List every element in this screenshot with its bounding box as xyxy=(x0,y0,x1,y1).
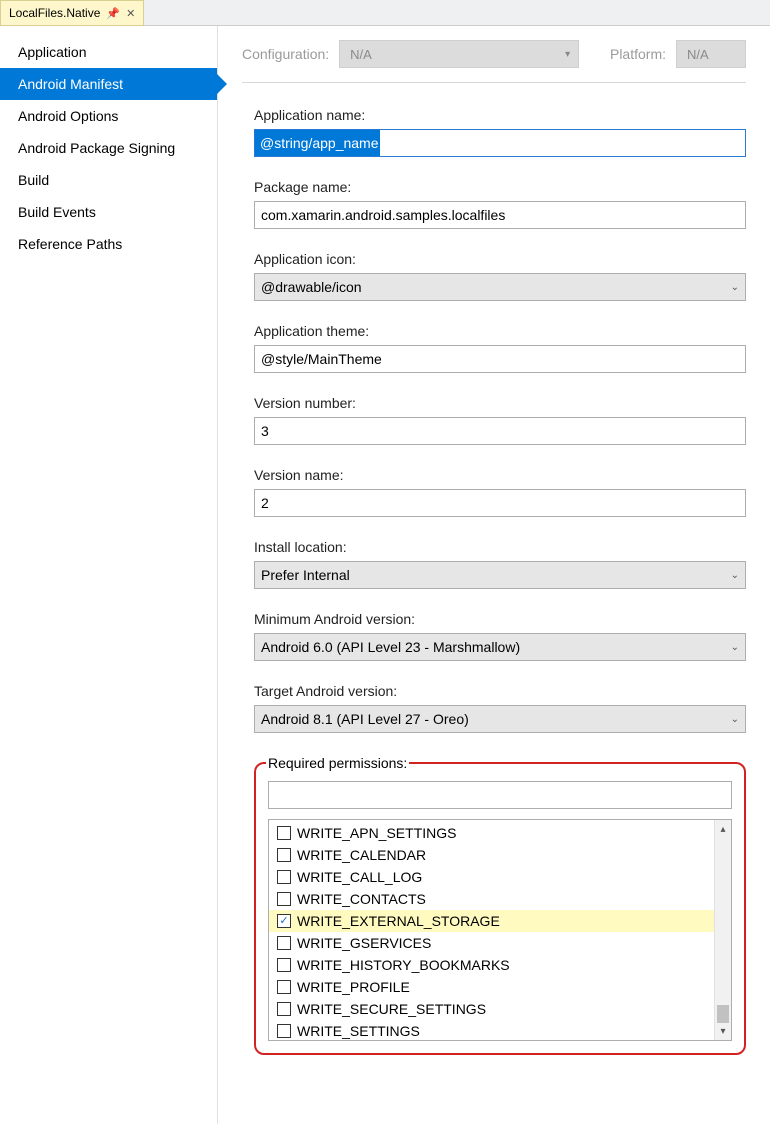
permissions-filter-input[interactable] xyxy=(268,781,732,809)
checkbox-icon[interactable]: ✓ xyxy=(277,914,291,928)
sidebar-item-android-package-signing[interactable]: Android Package Signing xyxy=(0,132,217,164)
checkbox-icon[interactable] xyxy=(277,870,291,884)
permission-label: WRITE_HISTORY_BOOKMARKS xyxy=(297,957,510,973)
scroll-down-icon[interactable]: ▾ xyxy=(720,1023,725,1039)
permission-label: WRITE_CONTACTS xyxy=(297,891,426,907)
min-android-value: Android 6.0 (API Level 23 - Marshmallow) xyxy=(261,639,520,655)
sidebar-item-application[interactable]: Application xyxy=(0,36,217,68)
checkbox-icon[interactable] xyxy=(277,958,291,972)
application-icon-value: @drawable/icon xyxy=(261,279,362,295)
application-icon-combo[interactable]: @drawable/icon ⌄ xyxy=(254,273,746,301)
version-name-label: Version name: xyxy=(254,467,746,483)
target-android-combo[interactable]: Android 8.1 (API Level 27 - Oreo) ⌄ xyxy=(254,705,746,733)
sidebar: ApplicationAndroid ManifestAndroid Optio… xyxy=(0,26,218,1124)
min-android-label: Minimum Android version: xyxy=(254,611,746,627)
checkbox-icon[interactable] xyxy=(277,826,291,840)
configuration-dropdown: N/A ▾ xyxy=(339,40,579,68)
application-name-label: Application name: xyxy=(254,107,746,123)
permission-item[interactable]: WRITE_PROFILE xyxy=(269,976,714,998)
chevron-down-icon: ⌄ xyxy=(731,282,739,293)
sidebar-item-android-manifest[interactable]: Android Manifest xyxy=(0,68,217,100)
permission-item[interactable]: WRITE_CONTACTS xyxy=(269,888,714,910)
sidebar-item-build[interactable]: Build xyxy=(0,164,217,196)
platform-value: N/A xyxy=(687,47,709,62)
permission-item[interactable]: WRITE_APN_SETTINGS xyxy=(269,822,714,844)
permission-label: WRITE_SETTINGS xyxy=(297,1023,420,1039)
permission-item[interactable]: WRITE_HISTORY_BOOKMARKS xyxy=(269,954,714,976)
platform-label: Platform: xyxy=(610,46,666,62)
version-number-input[interactable] xyxy=(254,417,746,445)
min-android-combo[interactable]: Android 6.0 (API Level 23 - Marshmallow)… xyxy=(254,633,746,661)
chevron-down-icon: ⌄ xyxy=(731,570,739,581)
scrollbar[interactable]: ▴ ▾ xyxy=(714,820,731,1040)
permission-item[interactable]: WRITE_SETTINGS xyxy=(269,1020,714,1040)
permission-item[interactable]: WRITE_SECURE_SETTINGS xyxy=(269,998,714,1020)
configuration-label: Configuration: xyxy=(242,46,329,62)
content-panel: Configuration: N/A ▾ Platform: N/A Appli… xyxy=(218,26,770,1124)
sidebar-item-android-options[interactable]: Android Options xyxy=(0,100,217,132)
application-name-input[interactable]: @string/app_name xyxy=(254,129,746,157)
version-number-label: Version number: xyxy=(254,395,746,411)
chevron-down-icon: ▾ xyxy=(565,49,570,60)
configuration-value: N/A xyxy=(350,47,372,62)
checkbox-icon[interactable] xyxy=(277,936,291,950)
required-permissions-group: Required permissions: WRITE_APN_SETTINGS… xyxy=(254,755,746,1055)
tab-localfiles-native[interactable]: LocalFiles.Native 📌 ✕ xyxy=(0,0,144,26)
sidebar-item-reference-paths[interactable]: Reference Paths xyxy=(0,228,217,260)
tab-bar: LocalFiles.Native 📌 ✕ xyxy=(0,0,770,26)
package-name-input[interactable] xyxy=(254,201,746,229)
permission-label: WRITE_GSERVICES xyxy=(297,935,431,951)
chevron-down-icon: ⌄ xyxy=(731,714,739,725)
pin-icon[interactable]: 📌 xyxy=(106,7,120,20)
permission-label: WRITE_CALL_LOG xyxy=(297,869,422,885)
install-location-combo[interactable]: Prefer Internal ⌄ xyxy=(254,561,746,589)
checkbox-icon[interactable] xyxy=(277,848,291,862)
install-location-label: Install location: xyxy=(254,539,746,555)
checkbox-icon[interactable] xyxy=(277,1002,291,1016)
permission-label: WRITE_APN_SETTINGS xyxy=(297,825,456,841)
close-icon[interactable]: ✕ xyxy=(126,7,135,20)
package-name-label: Package name: xyxy=(254,179,746,195)
platform-dropdown: N/A xyxy=(676,40,746,68)
application-name-value: @string/app_name xyxy=(255,130,380,156)
target-android-value: Android 8.1 (API Level 27 - Oreo) xyxy=(261,711,469,727)
permission-label: WRITE_CALENDAR xyxy=(297,847,426,863)
scroll-track[interactable] xyxy=(715,837,731,1023)
required-permissions-legend: Required permissions: xyxy=(266,755,409,771)
scroll-thumb[interactable] xyxy=(717,1005,729,1023)
scroll-up-icon[interactable]: ▴ xyxy=(720,821,725,837)
application-theme-input[interactable] xyxy=(254,345,746,373)
sidebar-item-build-events[interactable]: Build Events xyxy=(0,196,217,228)
permission-item[interactable]: WRITE_CALENDAR xyxy=(269,844,714,866)
tab-title: LocalFiles.Native xyxy=(9,6,100,20)
target-android-label: Target Android version: xyxy=(254,683,746,699)
chevron-down-icon: ⌄ xyxy=(731,642,739,653)
checkbox-icon[interactable] xyxy=(277,1024,291,1038)
permission-label: WRITE_PROFILE xyxy=(297,979,410,995)
application-icon-label: Application icon: xyxy=(254,251,746,267)
checkbox-icon[interactable] xyxy=(277,892,291,906)
config-platform-row: Configuration: N/A ▾ Platform: N/A xyxy=(242,40,746,83)
version-name-input[interactable] xyxy=(254,489,746,517)
permission-item[interactable]: ✓ WRITE_EXTERNAL_STORAGE xyxy=(269,910,714,932)
checkbox-icon[interactable] xyxy=(277,980,291,994)
permission-label: WRITE_SECURE_SETTINGS xyxy=(297,1001,486,1017)
application-theme-label: Application theme: xyxy=(254,323,746,339)
permission-item[interactable]: WRITE_GSERVICES xyxy=(269,932,714,954)
permissions-list: WRITE_APN_SETTINGS WRITE_CALENDAR WRITE_CA… xyxy=(268,819,732,1041)
install-location-value: Prefer Internal xyxy=(261,567,350,583)
permission-item[interactable]: WRITE_CALL_LOG xyxy=(269,866,714,888)
permission-label: WRITE_EXTERNAL_STORAGE xyxy=(297,913,500,929)
